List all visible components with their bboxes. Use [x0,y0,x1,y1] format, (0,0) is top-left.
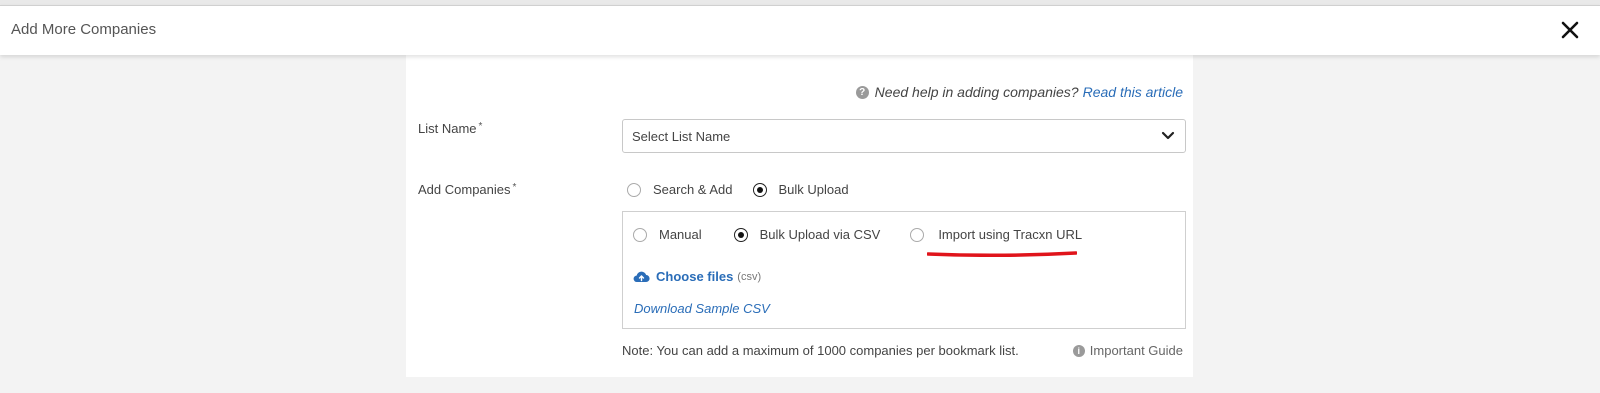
list-name-label: List Name * [418,121,483,136]
choose-files-row: Choose files (csv) [633,269,761,284]
close-button[interactable] [1558,18,1582,42]
radio-circle[interactable] [627,182,641,197]
add-mode-radio-group: Search & Add Bulk Upload [627,182,849,197]
radio-search-add[interactable]: Search & Add [627,182,733,197]
info-icon: i [1072,344,1085,357]
bulk-upload-box: Manual Bulk Upload via CSV Import using … [622,211,1186,329]
add-companies-label: Add Companies * [418,182,517,197]
help-row: ? Need help in adding companies? Read th… [855,84,1183,100]
red-underline-annotation [927,251,1077,257]
radio-bulk-csv[interactable]: Bulk Upload via CSV [733,227,880,242]
important-guide-link[interactable]: i Important Guide [1072,343,1183,358]
list-name-select[interactable]: Select List Name [622,119,1186,153]
required-marker: * [512,182,517,193]
modal-header: Add More Companies [0,5,1600,55]
radio-circle[interactable] [633,227,647,242]
close-icon [1561,21,1579,39]
bulk-method-radio-group: Manual Bulk Upload via CSV Import using … [633,227,1082,242]
limit-note: Note: You can add a maximum of 1000 comp… [622,343,1019,358]
radio-circle[interactable] [910,227,925,242]
list-name-placeholder: Select List Name [632,129,731,144]
chevron-down-icon [1161,131,1175,140]
cloud-upload-icon [633,271,650,283]
radio-bulk-upload[interactable]: Bulk Upload [752,182,849,197]
modal-title: Add More Companies [11,21,157,38]
read-article-link[interactable]: Read this article [1083,84,1183,100]
choose-files-button[interactable]: Choose files [656,269,733,284]
download-sample-csv-link[interactable]: Download Sample CSV [634,301,770,316]
radio-manual[interactable]: Manual [633,227,702,242]
file-type-hint: (csv) [737,270,762,283]
radio-circle-selected[interactable] [733,227,748,242]
radio-tracxn-url[interactable]: Import using Tracxn URL [910,227,1082,242]
help-text: Need help in adding companies? [874,84,1079,100]
form-panel: ? Need help in adding companies? Read th… [406,54,1193,377]
help-circle-icon: ? [855,85,869,99]
radio-circle-selected[interactable] [752,182,767,197]
required-marker: * [478,121,483,132]
